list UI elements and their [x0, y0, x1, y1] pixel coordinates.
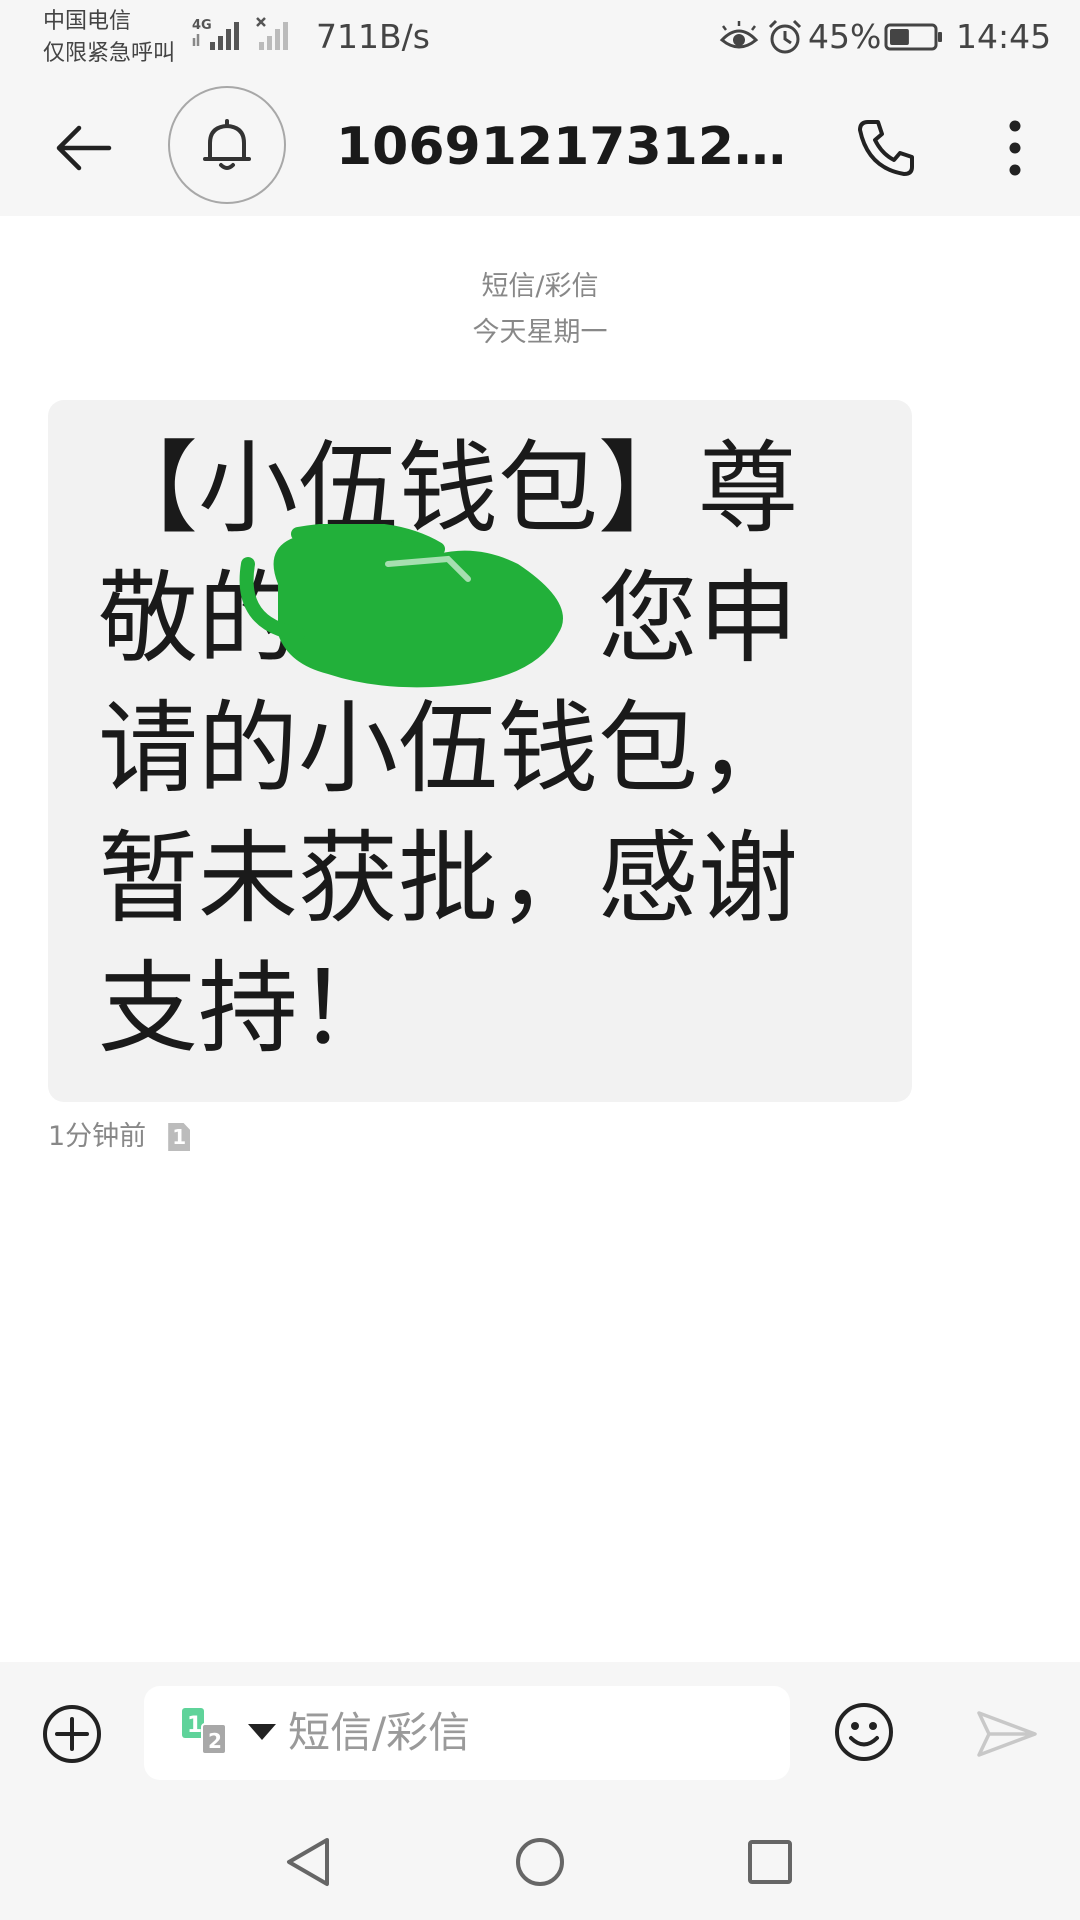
send-icon [977, 1711, 1037, 1757]
circle-home-icon [516, 1838, 564, 1886]
sim-card-icon: 1 [168, 1123, 191, 1151]
eye-icon [719, 21, 759, 49]
carrier-name: 中国电信 [43, 9, 132, 34]
add-attachment-button[interactable] [38, 1700, 106, 1768]
message-type-label: 短信/彩信 [481, 271, 599, 302]
send-button[interactable] [972, 1700, 1042, 1768]
signal-4g-icon: 4G [192, 18, 239, 50]
battery-percent: 45% [808, 17, 882, 56]
date-label: 今天星期一 [472, 317, 608, 348]
network-type-label: 4G [192, 18, 212, 33]
network-speed: 711B/s [316, 17, 430, 56]
arrow-left-icon [56, 125, 112, 171]
battery-icon [884, 23, 942, 51]
carrier-info: 中国电信 仅限紧急呼叫 [43, 6, 175, 70]
navigation-bar [0, 1804, 1080, 1920]
message-meta: 1分钟前 1 [48, 1112, 191, 1162]
nav-recents-button[interactable] [742, 1834, 798, 1890]
call-button[interactable] [846, 108, 926, 188]
more-vertical-icon [1009, 120, 1021, 176]
plus-circle-icon [43, 1705, 101, 1763]
chevron-down-icon[interactable] [248, 1724, 276, 1740]
redaction-scribble [239, 524, 563, 688]
signal-no-service-icon [256, 17, 288, 50]
message-input-placeholder: 短信/彩信 [288, 1708, 471, 1757]
triangle-back-icon [287, 1838, 329, 1886]
back-button[interactable] [40, 110, 126, 186]
status-bar: 中国电信 仅限紧急呼叫 4G 711B/s 45% 14:45 [0, 0, 1080, 78]
square-recents-icon [748, 1840, 792, 1884]
sim-selector-icon[interactable]: 1 2 [182, 1708, 228, 1754]
composer-bar: 1 2 短信/彩信 [0, 1662, 1080, 1804]
carrier-status: 仅限紧急呼叫 [43, 41, 176, 66]
message-text: 【小伍钱包】尊敬的用户，您申请的小伍钱包，暂未获批，感谢支持！ [98, 430, 798, 1067]
phone-icon [858, 120, 914, 176]
sim-2-label: 2 [208, 1729, 222, 1753]
app-bar: 10691217312976… [0, 78, 1080, 216]
message-timestamp: 1分钟前 [48, 1121, 147, 1152]
notification-bell-button[interactable] [168, 86, 286, 204]
clock: 14:45 [956, 17, 1052, 56]
alarm-icon [768, 19, 802, 54]
message-bubble[interactable]: 【小伍钱包】尊敬的用户，您申请的小伍钱包，暂未获批，感谢支持！ [48, 400, 912, 1102]
contact-name[interactable]: 10691217312976… [336, 114, 816, 180]
emoji-button[interactable] [830, 1698, 898, 1766]
nav-home-button[interactable] [512, 1834, 568, 1890]
bell-icon [203, 119, 251, 170]
message-input[interactable]: 1 2 短信/彩信 [144, 1686, 790, 1780]
more-options-button[interactable] [990, 108, 1040, 188]
nav-back-button[interactable] [280, 1834, 336, 1890]
conversation-header: 短信/彩信 今天星期一 [0, 264, 1080, 356]
smiley-icon [835, 1703, 893, 1761]
sim-1-label: 1 [187, 1713, 202, 1738]
